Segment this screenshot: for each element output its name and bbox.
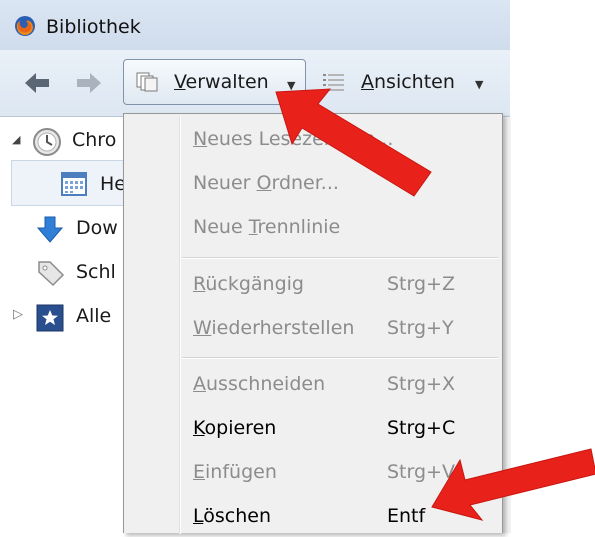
tree-item-history[interactable]: ◢ Chro <box>0 125 124 159</box>
menu-item-delete[interactable]: Löschen Entf <box>181 497 499 537</box>
clock-icon <box>33 128 61 156</box>
calendar-icon <box>61 172 87 196</box>
menu-item-label: Kopieren <box>193 417 277 439</box>
expanded-triangle-icon[interactable]: ◢ <box>12 133 20 146</box>
title-bar: Bibliothek <box>0 0 510 50</box>
menu-item-label: Ausschneiden <box>193 373 326 395</box>
chevron-down-icon: ▼ <box>287 79 296 92</box>
star-bookmark-icon <box>36 304 64 332</box>
download-arrow-icon <box>36 216 64 243</box>
tree-item-all-bookmarks[interactable]: ▷ Alle <box>0 301 124 335</box>
tree-item-tags[interactable]: Schl <box>0 257 124 291</box>
manage-label: Verwalten <box>174 71 269 93</box>
menu-item-shortcut: Strg+C <box>387 417 456 439</box>
tree-item-label: Chro <box>72 129 117 151</box>
menu-item-shortcut: Strg+Z <box>387 273 455 295</box>
manage-dropdown-menu: Neues Lesezeichen... Neuer Ordner... Neu… <box>123 113 503 534</box>
tag-icon <box>38 261 65 287</box>
tree-item-label: Dow <box>76 217 118 239</box>
menu-item-label: Neues Lesezeichen... <box>193 128 394 150</box>
tree-item-downloads[interactable]: Dow <box>0 213 124 247</box>
menu-item-new-folder[interactable]: Neuer Ordner... <box>181 164 499 204</box>
collapsed-triangle-icon[interactable]: ▷ <box>13 307 23 322</box>
views-button[interactable]: Ansichten <box>361 71 455 93</box>
menu-item-new-separator[interactable]: Neue Trennlinie <box>181 208 499 248</box>
window-title: Bibliothek <box>46 16 141 38</box>
menu-item-new-bookmark[interactable]: Neues Lesezeichen... <box>181 120 499 160</box>
menu-item-label: Wiederherstellen <box>193 317 355 339</box>
menu-item-shortcut: Strg+X <box>387 373 455 395</box>
menu-separator <box>182 257 498 259</box>
firefox-icon <box>15 16 35 36</box>
menu-item-redo[interactable]: Wiederherstellen Strg+Y <box>181 309 499 349</box>
back-arrow-icon[interactable] <box>22 68 52 98</box>
toolbar: Verwalten ▼ Ansichten ▼ <box>0 50 510 117</box>
menu-item-shortcut: Strg+Y <box>387 317 454 339</box>
menu-item-label: Löschen <box>193 505 272 527</box>
menu-item-undo[interactable]: Rückgängig Strg+Z <box>181 265 499 305</box>
menu-item-copy[interactable]: Kopieren Strg+C <box>181 409 499 449</box>
menu-separator <box>182 357 498 359</box>
menu-item-label: Neue Trennlinie <box>193 216 341 238</box>
menu-item-label: Neuer Ordner... <box>193 172 339 194</box>
organize-icon <box>136 72 158 92</box>
tree-item-label: Schl <box>76 261 116 283</box>
forward-arrow-icon[interactable] <box>74 68 104 98</box>
chevron-down-icon: ▼ <box>475 78 484 91</box>
tree-item-label: Alle <box>76 305 112 327</box>
menu-item-paste[interactable]: Einfügen Strg+V <box>181 453 499 493</box>
menu-item-label: Rückgängig <box>193 273 304 295</box>
manage-button[interactable]: Verwalten ▼ <box>123 59 306 105</box>
menu-item-cut[interactable]: Ausschneiden Strg+X <box>181 365 499 405</box>
menu-item-shortcut: Entf <box>387 505 426 527</box>
menu-item-label: Einfügen <box>193 461 277 483</box>
content-pane-edge <box>502 117 511 533</box>
menu-item-shortcut: Strg+V <box>387 461 455 483</box>
views-list-icon[interactable] <box>323 73 345 91</box>
